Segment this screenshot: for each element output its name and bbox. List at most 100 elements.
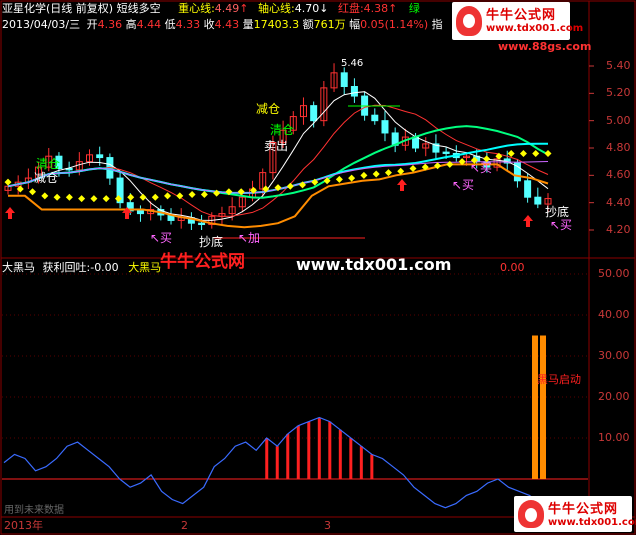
logo-text: 牛牛公式网 (548, 502, 619, 517)
open-label: 开 (86, 18, 98, 31)
low-value: 4.33 (175, 18, 201, 31)
yellow-dot (335, 175, 343, 183)
site-logo-top[interactable]: 牛牛公式网 www.tdx001.com (452, 2, 583, 40)
buy-signal-label: ↖买 (452, 178, 475, 192)
yellow-dot (360, 171, 368, 179)
watermark-url: www.tdx001.com (296, 255, 452, 274)
volume-value: 17403.3 (253, 18, 300, 31)
yellow-dot (4, 178, 12, 186)
profit-label: 获利回吐: (42, 261, 91, 274)
green-plate-label: 绿 (408, 2, 420, 15)
time-axis-year: 2013年 (4, 519, 43, 532)
profit-bar (359, 446, 363, 479)
center-line-label: 重心线: (178, 2, 215, 15)
reduce-position-label: 减仓 (256, 102, 281, 116)
yellow-dot (41, 192, 49, 200)
price-tick-label: 4.20 (606, 223, 631, 236)
yellow-dot (200, 190, 208, 198)
dark-horse-start-label: 黑马启动 (537, 373, 581, 386)
volume-label: 量 (242, 18, 254, 31)
site-logo-bottom[interactable]: 牛牛公式网 www.tdx001.com (514, 496, 636, 532)
bottom-fish-right-label: 抄底 (545, 205, 570, 219)
peak-price-label: 5.46 (341, 58, 364, 69)
axis-line-arrow: ↓ (319, 2, 329, 15)
candle-body (381, 120, 389, 134)
clear-position-label: 清仓 (270, 123, 295, 137)
logo-mark-icon (518, 500, 544, 528)
price-tick-label: 4.80 (606, 141, 631, 154)
yellow-dot (519, 149, 527, 157)
price-tick-label: 4.60 (606, 168, 631, 182)
yellow-dot (409, 165, 417, 172)
change-label: 幅 (349, 18, 361, 31)
reduce-position-left-label: 减仓 (34, 171, 59, 185)
red-plate-value: 4.38 (363, 2, 389, 15)
buy-signal-label: ↖买 (550, 218, 573, 232)
yellow-dot (90, 195, 98, 203)
close-value: 4.43 (214, 18, 240, 31)
axis-line-label: 轴心线: (258, 2, 295, 15)
buy-signal-label: ↖买 (470, 161, 493, 175)
profit-bar (328, 421, 332, 479)
red-plate-label: 红盘: (337, 2, 364, 15)
candle-body (96, 154, 104, 159)
clear-position-left-label: 清仓 (36, 157, 61, 171)
logo-url: www.tdx001.com (486, 23, 584, 34)
indicator-tick-label: 30.00 (598, 349, 630, 362)
candle-body (412, 136, 420, 149)
indicator-tick-label: 20.00 (598, 390, 630, 403)
logo-text: 牛牛公式网 (486, 8, 557, 23)
candle-body (136, 210, 144, 215)
profit-bar (275, 446, 279, 479)
indicator-truncated: 指 (431, 18, 443, 31)
open-value: 4.36 (97, 18, 123, 31)
yellow-dot (53, 193, 61, 201)
profit-bar (349, 438, 353, 479)
chart-title: 亚星化学(日线 前复权) 短线多空 (2, 2, 161, 15)
indicator-tick-label: 40.00 (598, 308, 630, 321)
dark-horse-bar (532, 335, 538, 479)
price-tick-label: 4.40 (606, 195, 631, 209)
yellow-dot (139, 193, 147, 201)
price-tick-label: 5.40 (606, 59, 631, 72)
logo-url: www.tdx001.com (548, 517, 636, 528)
yellow-dot (237, 188, 245, 196)
candle-body (350, 86, 358, 97)
header-row: 亚星化学(日线 前复权) 短线多空 重心线:4.49↑ 轴心线:4.70↓ 红盘… (2, 2, 420, 15)
low-label: 低 (164, 18, 176, 31)
profit-bar (338, 429, 342, 479)
quote-date: 2013/04/03/三 (2, 18, 81, 31)
yellow-dot (286, 182, 294, 190)
site-logo-sub-url[interactable]: www.88gs.com (498, 40, 591, 53)
profit-bar (370, 454, 374, 479)
yellow-dot (348, 174, 356, 182)
subchart-tail-value: 0.00 (500, 261, 525, 274)
yellow-dot (65, 193, 73, 201)
profit-bar (286, 433, 290, 479)
up-arrow-icon (5, 207, 15, 219)
yellow-dot (151, 193, 159, 201)
up-arrow-icon (397, 179, 407, 191)
yellow-dot (78, 195, 86, 203)
logo-mark-icon (456, 6, 482, 36)
subchart-marks (2, 335, 588, 509)
signal-marks (5, 105, 533, 239)
up-arrow-icon (523, 215, 533, 227)
future-data-note: 用到未来数据 (4, 505, 64, 516)
candle-body (198, 222, 206, 226)
yellow-dot (188, 190, 196, 198)
add-position-label: ↖加 (238, 231, 261, 245)
price-tick-label: 5.20 (606, 86, 631, 100)
candle-body (442, 151, 450, 154)
dark-horse-bar (540, 335, 546, 479)
watermark-cn: 牛牛公式网 (160, 252, 245, 272)
sell-label: 卖出 (264, 139, 289, 153)
center-line-arrow: ↑ (239, 2, 249, 15)
amount-label: 额 (302, 18, 314, 31)
candle-body (524, 180, 532, 198)
yellow-dot (127, 193, 135, 201)
subchart-header: 大黑马 获利回吐:-0.00 大黑马 (2, 261, 161, 274)
change-value: 0.05(1.14%) (360, 18, 429, 31)
high-value: 4.44 (136, 18, 162, 31)
subchart-name: 大黑马 (2, 261, 35, 274)
